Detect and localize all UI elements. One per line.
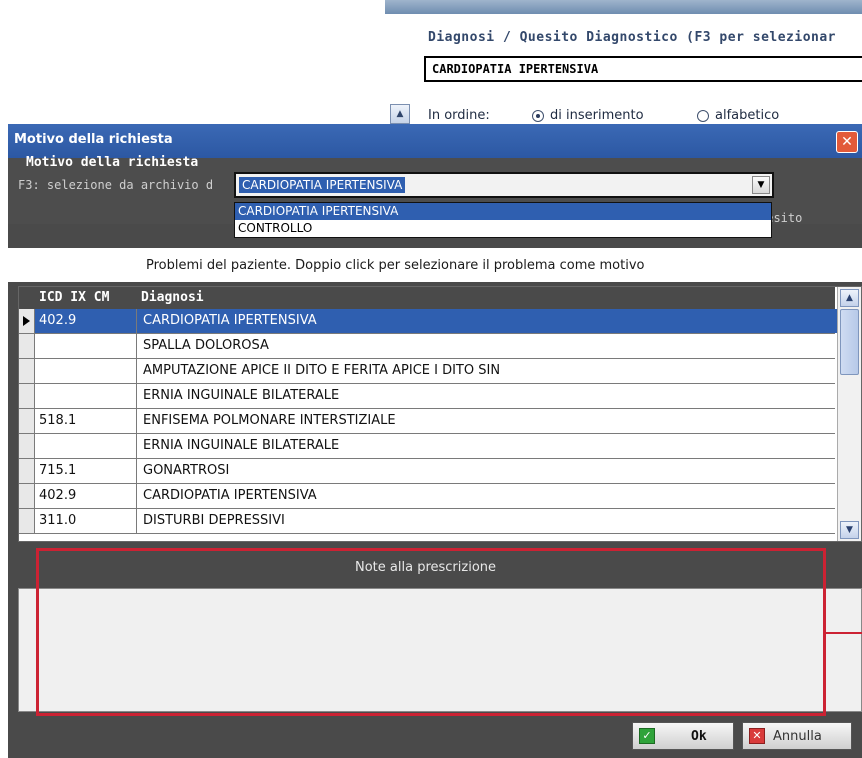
cell-icd: 518.1 [35, 409, 137, 433]
table-row[interactable]: ERNIA INGUINALE BILATERALE [19, 384, 835, 409]
cell-diagnosi: CARDIOPATIA IPERTENSIVA [137, 309, 841, 333]
problems-table: ICD IX CM Diagnosi 402.9 CARDIOPATIA IPE… [18, 286, 862, 542]
row-indicator [19, 309, 35, 333]
dropdown-option[interactable]: CARDIOPATIA IPERTENSIVA [235, 203, 771, 220]
motivo-select-value: CARDIOPATIA IPERTENSIVA [239, 177, 406, 193]
cell-diagnosi: ERNIA INGUINALE BILATERALE [143, 388, 340, 403]
order-insertion-label[interactable]: di inserimento [550, 108, 644, 123]
table-row[interactable]: AMPUTAZIONE APICE II DITO E FERITA APICE… [19, 359, 835, 384]
background-window-titlebar [385, 0, 862, 14]
cell-icd: 311.0 [35, 509, 137, 533]
cell-diagnosi: DISTURBI DEPRESSIVI [143, 513, 285, 528]
ok-button-label: Ok [691, 729, 707, 744]
cell-diagnosi: ENFISEMA POLMONARE INTERSTIZIALE [143, 413, 396, 428]
cell-diagnosi: GONARTROSI [143, 463, 230, 478]
motivo-select[interactable]: CARDIOPATIA IPERTENSIVA ▼ [234, 172, 774, 198]
table-row[interactable]: 518.1 ENFISEMA POLMONARE INTERSTIZIALE [19, 409, 835, 434]
diagnosis-field[interactable]: CARDIOPATIA IPERTENSIVA [424, 56, 862, 82]
order-alphabetic-radio[interactable] [697, 110, 709, 122]
cell-icd: 402.9 [35, 484, 137, 508]
close-icon: ✕ [841, 134, 853, 150]
cell-diagnosi: AMPUTAZIONE APICE II DITO E FERITA APICE… [143, 363, 501, 378]
row-indicator [19, 484, 35, 508]
cancel-button[interactable]: ✕ Annulla [742, 722, 852, 750]
table-row[interactable]: 402.9 CARDIOPATIA IPERTENSIVA [19, 484, 835, 509]
highlight-box [36, 548, 826, 716]
column-header-diagnosi[interactable]: Diagnosi [141, 290, 204, 305]
order-insertion-radio[interactable] [532, 110, 544, 122]
table-row[interactable]: 311.0 DISTURBI DEPRESSIVI [19, 509, 835, 534]
column-header-icd[interactable]: ICD IX CM [39, 290, 109, 305]
cell-icd [35, 384, 137, 408]
table-row[interactable]: ERNIA INGUINALE BILATERALE [19, 434, 835, 459]
row-indicator [19, 459, 35, 483]
diagnosis-field-value: CARDIOPATIA IPERTENSIVA [432, 62, 599, 76]
problems-caption: Problemi del paziente. Doppio click per … [146, 258, 645, 273]
cell-icd [35, 334, 137, 358]
order-alphabetic-label[interactable]: alfabetico [715, 108, 779, 123]
row-indicator [19, 509, 35, 533]
scroll-thumb[interactable] [840, 309, 859, 375]
cell-diagnosi: SPALLA DOLOROSA [143, 338, 269, 353]
f3-hint-start: F3: selezione da archivio d [18, 178, 214, 192]
row-indicator [19, 334, 35, 358]
dialog-titlebar[interactable]: Motivo della richiesta ✕ [8, 124, 862, 158]
row-indicator [19, 434, 35, 458]
cell-diagnosi: ERNIA INGUINALE BILATERALE [143, 438, 340, 453]
row-indicator [19, 359, 35, 383]
cancel-button-label: Annulla [773, 729, 822, 744]
dropdown-option[interactable]: CONTROLLO [235, 220, 771, 237]
row-indicator [19, 384, 35, 408]
dialog-title: Motivo della richiesta [14, 132, 173, 147]
cell-icd [35, 359, 137, 383]
scroll-up-icon[interactable]: ▲ [840, 289, 859, 307]
chevron-down-icon[interactable]: ▼ [752, 176, 770, 194]
cell-icd [35, 434, 137, 458]
motivo-dropdown-list: CARDIOPATIA IPERTENSIVA CONTROLLO [234, 202, 772, 238]
current-row-arrow-icon [23, 316, 30, 326]
motivo-dialog: Motivo della richiesta ✕ Motivo della ri… [8, 124, 862, 758]
ok-button[interactable]: ✓ Ok [632, 722, 734, 750]
cell-diagnosi: CARDIOPATIA IPERTENSIVA [143, 488, 317, 503]
table-row[interactable]: SPALLA DOLOROSA [19, 334, 835, 359]
row-indicator [19, 409, 35, 433]
scroll-down-icon[interactable]: ▼ [840, 521, 859, 539]
cancel-x-icon: ✕ [749, 728, 765, 744]
table-row[interactable]: 402.9 CARDIOPATIA IPERTENSIVA [19, 309, 841, 334]
motivo-label: Motivo della richiesta [26, 155, 199, 170]
highlight-connector [826, 632, 862, 634]
table-scrollbar[interactable]: ▲ ▼ [837, 287, 861, 541]
table-header: ICD IX CM Diagnosi [19, 287, 835, 309]
collapse-up-button[interactable]: ▲ [390, 104, 410, 124]
order-label: In ordine: [428, 108, 490, 123]
check-icon: ✓ [639, 728, 655, 744]
cell-icd: 715.1 [35, 459, 137, 483]
table-row[interactable]: 715.1 GONARTROSI [19, 459, 835, 484]
diagnosis-field-label: Diagnosi / Quesito Diagnostico (F3 per s… [428, 30, 837, 45]
close-button[interactable]: ✕ [836, 131, 858, 153]
cell-icd: 402.9 [35, 309, 137, 333]
